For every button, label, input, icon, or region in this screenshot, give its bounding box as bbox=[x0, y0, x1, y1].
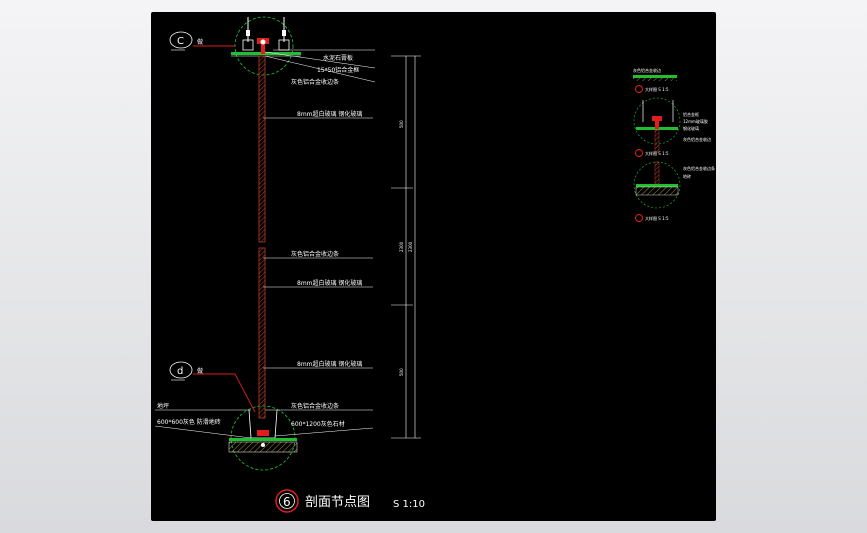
callout-bottom-letter: d bbox=[177, 366, 183, 377]
annotation-bot-1: 灰色铝合金收边条 bbox=[291, 402, 339, 410]
ceiling-board bbox=[231, 52, 301, 55]
dimension-top: 500 bbox=[399, 120, 404, 128]
annotation-left-1: 地坪 bbox=[157, 402, 169, 410]
mini-note-1: 铝合金框 bbox=[683, 111, 699, 117]
mini-note-4: 灰色铝合金收边 bbox=[683, 136, 711, 142]
callout-top[interactable]: C 做 bbox=[169, 31, 235, 51]
annotation-bot-2: 600*1200灰色石材 bbox=[291, 420, 345, 428]
dimension-bottom: 500 bbox=[399, 368, 404, 376]
glass-lower bbox=[258, 247, 266, 419]
mini-note-5: 灰色铝合金收边条 bbox=[683, 165, 715, 171]
annotation-top-3: 灰色铝合金收边条 bbox=[291, 78, 339, 86]
annotation-mid-1: 8mm超白玻璃 钢化玻璃 bbox=[297, 110, 362, 118]
mini-label-1: 灰色铝合金收边 bbox=[633, 67, 661, 73]
drawing-title: 6 剖面节点图 S 1:10 bbox=[275, 489, 425, 513]
ceiling-detail bbox=[231, 16, 301, 76]
glass-panel bbox=[258, 55, 266, 419]
annotation-left-2: 600*600灰色 防滑地砖 bbox=[157, 418, 221, 426]
glass-upper bbox=[258, 55, 266, 243]
mini-note-2: 12mm玻璃胶 bbox=[683, 118, 708, 124]
annotation-mid-2: 灰色铝合金收边条 bbox=[291, 250, 339, 258]
mini-note-3: 钢化玻璃 bbox=[683, 125, 699, 131]
drawing-scale: S 1:10 bbox=[393, 499, 425, 510]
section-drawing: C 做 d 做 水泥石膏板 15*50铝合金框 灰色铝合金收边条 8mm超白玻璃… bbox=[154, 16, 715, 513]
detail-number: 6 bbox=[283, 495, 291, 509]
dimension-overall: 2300 bbox=[408, 241, 413, 252]
callout-bottom[interactable]: d 做 bbox=[169, 361, 256, 413]
dimension-lines: 500 2300 2300 500 bbox=[391, 55, 421, 439]
callout-top-label: 做 bbox=[197, 38, 203, 46]
annotation-mid-3: 8mm超白玻璃 钢化玻璃 bbox=[297, 279, 362, 287]
cad-viewport[interactable]: C 做 d 做 水泥石膏板 15*50铝合金框 灰色铝合金收边条 8mm超白玻璃… bbox=[151, 12, 716, 521]
callout-top-letter: C bbox=[177, 36, 184, 47]
mini-details: 灰色铝合金收边 大样图 S 1:5 铝合金框 12mm玻璃胶 钢化玻璃 灰色铝合… bbox=[633, 67, 715, 222]
annotation-top-1: 水泥石膏板 bbox=[323, 54, 353, 62]
mini-ref-3: 大样图 S 1:5 bbox=[645, 215, 669, 221]
drawing-title-text: 剖面节点图 bbox=[305, 495, 370, 510]
mini-note-6: 地砖 bbox=[683, 173, 691, 179]
mini-ref-2: 大样图 S 1:5 bbox=[645, 150, 669, 156]
floor-tile bbox=[229, 438, 297, 441]
mini-ref-1: 大样图 S 1:5 bbox=[645, 86, 669, 92]
dimension-middle: 2300 bbox=[399, 241, 404, 252]
annotation-mid-4: 8mm超白玻璃 钢化玻璃 bbox=[297, 360, 362, 368]
